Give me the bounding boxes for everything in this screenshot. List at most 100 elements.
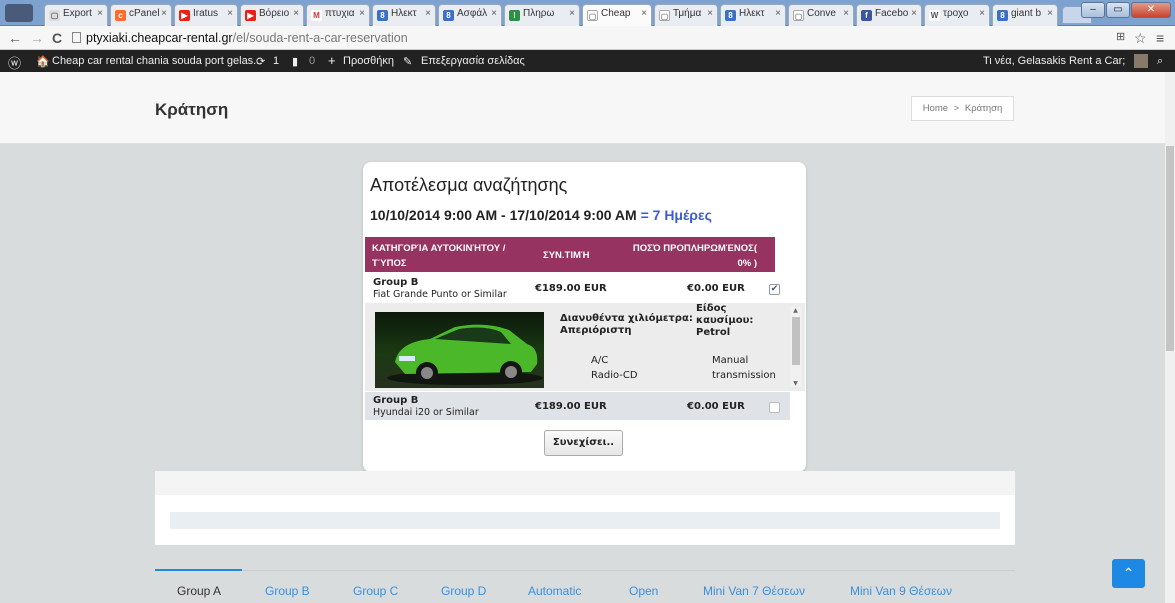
column-header-category: ΚΑΤΗΓΟΡΊΑ ΑΥΤΟΚΙΝΉΤΟΥ / ΤΎΠΟΣ xyxy=(372,243,506,269)
browser-toolbar: ← → C ptyxiaki.cheapcar-rental.gr/el/sou… xyxy=(0,26,1175,50)
browser-tab[interactable]: Mπτυχια × xyxy=(306,4,370,26)
updates-count[interactable]: 1 xyxy=(273,55,279,67)
browser-tab[interactable]: ▢ Τμήμα × xyxy=(654,4,718,26)
details-scrollbar[interactable]: ▲ ▼ xyxy=(790,307,801,387)
group-tabs: Group A Group B Group C Group D Automati… xyxy=(155,569,1015,603)
rental-dates: 10/10/2014 9:00 AM - 17/10/2014 9:00 AM … xyxy=(370,207,712,223)
column-header-prepaid: ΠΟΣΌ ΠΡΟΠΛΗΡΩΜΈΝΟΣ( 0% ) xyxy=(632,243,757,269)
browser-tab[interactable]: ▶ Βόρειο × xyxy=(240,4,304,26)
car-group: Group B xyxy=(373,277,419,288)
page-content: Κράτηση Home > Κράτηση Αποτέλεσμα αναζήτ… xyxy=(0,72,1165,603)
transmission-line-1: Manual xyxy=(712,355,749,366)
browser-tab[interactable]: ▢ Conve × xyxy=(788,4,854,26)
star-icon[interactable]: ☆ xyxy=(1134,30,1147,47)
edit-page-link[interactable]: Επεξεργασία σελίδας xyxy=(421,55,525,67)
tab-open[interactable]: Open xyxy=(629,584,658,598)
reload-icon[interactable]: C xyxy=(52,30,62,46)
translate-icon[interactable]: ⊞ xyxy=(1116,30,1125,43)
car-model: Fiat Grande Punto or Similar xyxy=(373,289,507,300)
browser-tab[interactable]: 8 Ασφάλ × xyxy=(438,4,502,26)
page-scrollbar[interactable] xyxy=(1165,72,1175,603)
car-image xyxy=(375,312,544,388)
fuel-value: Petrol xyxy=(696,327,731,338)
search-icon[interactable]: ⌕ xyxy=(1157,55,1163,68)
tab-group-b[interactable]: Group B xyxy=(265,584,310,598)
breadcrumb-home[interactable]: Home xyxy=(923,103,948,114)
pencil-icon[interactable]: ✎ xyxy=(403,55,412,68)
browser-tab[interactable]: 8 Ηλεκτ × xyxy=(372,4,436,26)
car-details-panel: Διανυθέντα χιλιόμετρα: Απεριόριστη Είδος… xyxy=(365,303,805,391)
table-row[interactable]: Group B Fiat Grande Punto or Similar €18… xyxy=(365,274,780,302)
browser-tab-active[interactable]: ▢ Cheap × xyxy=(582,4,652,26)
mileage-value: Απεριόριστη xyxy=(560,325,632,336)
plus-icon[interactable]: + xyxy=(328,53,336,68)
page-icon xyxy=(72,32,81,43)
user-greeting[interactable]: Τι νέα, Gelasakis Rent a Car; xyxy=(983,55,1125,67)
comments-icon[interactable]: ▮ xyxy=(292,55,298,68)
search-result-card: Αποτέλεσμα αναζήτησης 10/10/2014 9:00 AM… xyxy=(363,162,806,472)
forward-icon[interactable]: → xyxy=(30,30,44,46)
select-car-checkbox[interactable]: ✔ xyxy=(769,284,780,295)
tab-mini-van-7[interactable]: Mini Van 7 Θέσεων xyxy=(703,584,805,598)
home-icon: 🏠 xyxy=(36,56,50,68)
new-content-link[interactable]: Προσθήκη xyxy=(343,55,394,67)
browser-tab[interactable]: f Facebo × xyxy=(856,4,922,26)
browser-tab[interactable]: c cPanel × xyxy=(110,4,172,26)
menu-icon[interactable]: ≡ xyxy=(1156,30,1164,46)
scroll-thumb[interactable] xyxy=(792,317,800,365)
breadcrumb-separator: > xyxy=(953,103,960,114)
fuel-info: Είδος καυσίμου: Petrol xyxy=(696,303,786,339)
table-row[interactable]: Group B Hyundai i20 or Similar €189.00 E… xyxy=(365,392,790,420)
avatar[interactable] xyxy=(1134,54,1148,68)
feature-radio: Radio-CD xyxy=(591,370,638,381)
browser-menu-icon[interactable] xyxy=(5,4,33,22)
car-total-price: €189.00 EUR xyxy=(535,401,607,412)
active-tab-indicator xyxy=(155,569,242,571)
minimize-icon[interactable]: – xyxy=(1081,2,1105,18)
comments-count[interactable]: 0 xyxy=(309,55,315,67)
maximize-icon[interactable]: ▭ xyxy=(1106,2,1130,18)
chevron-up-icon: ⌃ xyxy=(1122,565,1135,581)
browser-tab[interactable]: ▶ Iratus × xyxy=(174,4,238,26)
breadcrumb: Home > Κράτηση xyxy=(911,96,1014,121)
back-icon[interactable]: ← xyxy=(8,30,22,46)
address-bar[interactable]: ptyxiaki.cheapcar-rental.gr/el/souda-ren… xyxy=(86,31,408,45)
close-window-icon[interactable]: ✕ xyxy=(1131,2,1171,18)
tab-group-c[interactable]: Group C xyxy=(353,584,398,598)
car-group: Group B xyxy=(373,395,419,406)
mileage-label: Διανυθέντα χιλιόμετρα: xyxy=(560,313,693,324)
panel-header xyxy=(155,471,1015,495)
browser-tab[interactable]: 8 giant b × xyxy=(992,4,1058,26)
content-panel xyxy=(155,471,1015,545)
result-heading: Αποτέλεσμα αναζήτησης xyxy=(370,175,568,195)
car-prepaid-amount: €0.00 EUR xyxy=(687,401,745,412)
feature-ac: A/C xyxy=(591,355,609,366)
car-prepaid-amount: €0.00 EUR xyxy=(687,283,745,294)
results-table-header: ΚΑΤΗΓΟΡΊΑ ΑΥΤΟΚΙΝΉΤΟΥ / ΤΎΠΟΣ ΣΥΝ.ΤΙΜΉ Π… xyxy=(365,237,775,272)
continue-button[interactable]: Συνεχίσει.. xyxy=(544,430,623,456)
browser-tab[interactable]: Wτροχο × xyxy=(924,4,990,26)
select-car-checkbox[interactable] xyxy=(769,402,780,413)
date-range: 10/10/2014 9:00 AM - 17/10/2014 9:00 AM xyxy=(370,207,637,223)
transmission-line-2: transmission xyxy=(712,370,776,381)
browser-tab[interactable]: ⁞ Πληρω × xyxy=(504,4,580,26)
tab-group-a[interactable]: Group A xyxy=(177,584,221,598)
tab-mini-van-9[interactable]: Mini Van 9 Θέσεων xyxy=(850,584,952,598)
browser-tab[interactable]: ▢ Export × xyxy=(44,4,108,26)
car-model: Hyundai i20 or Similar xyxy=(373,407,479,418)
wp-admin-bar: ⓦ 🏠 Cheap car rental chania souda port g… xyxy=(0,50,1175,72)
scroll-up-icon[interactable]: ▲ xyxy=(790,307,801,314)
updates-icon[interactable]: ⟳ xyxy=(256,55,265,68)
wordpress-icon[interactable]: ⓦ xyxy=(8,53,21,72)
page-scroll-thumb[interactable] xyxy=(1166,146,1174,351)
site-name-link[interactable]: Cheap car rental chania souda port gelas… xyxy=(52,55,262,67)
scroll-to-top-button[interactable]: ⌃ xyxy=(1112,559,1145,588)
scroll-down-icon[interactable]: ▼ xyxy=(790,380,801,387)
tab-group-d[interactable]: Group D xyxy=(441,584,486,598)
page-header: Κράτηση Home > Κράτηση xyxy=(0,72,1165,144)
features-list: A/C Radio-CD xyxy=(591,353,638,383)
browser-tab[interactable]: 8 Ηλεκτ × xyxy=(720,4,786,26)
breadcrumb-current: Κράτηση xyxy=(964,103,1003,114)
tab-automatic[interactable]: Automatic xyxy=(528,584,581,598)
panel-bar xyxy=(170,512,1000,529)
